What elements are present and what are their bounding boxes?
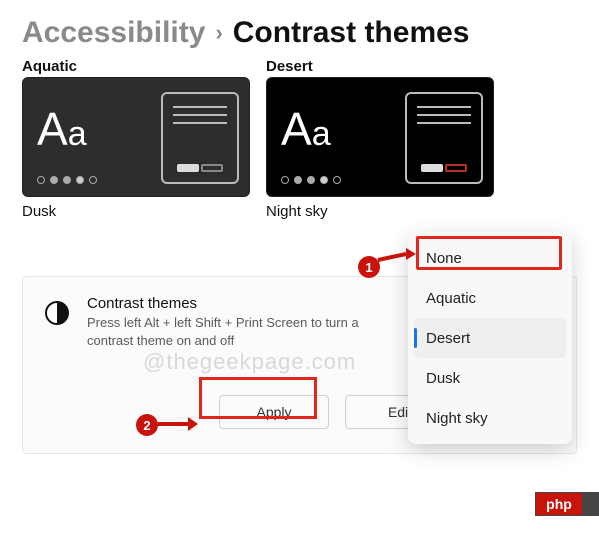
annotation-badge-1: 1 [358, 256, 380, 278]
card-description: Press left Alt + left Shift + Print Scre… [87, 314, 387, 349]
apply-button[interactable]: Apply [219, 395, 329, 429]
annotation-arrow-2 [156, 414, 198, 434]
sample-text-icon: Aa [281, 106, 331, 152]
annotation-arrow-1 [376, 248, 416, 268]
dropdown-item-nightsky[interactable]: Night sky [414, 398, 566, 438]
php-watermark-tag: php [535, 492, 599, 516]
card-title: Contrast themes [87, 295, 387, 312]
color-dots-icon [281, 176, 341, 184]
dropdown-item-none[interactable]: None [414, 238, 566, 278]
theme-col-nightsky: Desert Aa Night sky [266, 58, 494, 220]
theme-label-dusk: Dusk [22, 203, 250, 220]
theme-previews: Aquatic Aa Dusk Desert Aa Night sky [22, 58, 577, 220]
theme-dropdown[interactable]: None Aquatic Desert Dusk Night sky [408, 232, 572, 444]
theme-label-nightsky: Night sky [266, 203, 494, 220]
dropdown-item-desert[interactable]: Desert [414, 318, 566, 358]
theme-col-dusk: Aquatic Aa Dusk [22, 58, 250, 220]
dropdown-item-dusk[interactable]: Dusk [414, 358, 566, 398]
theme-tile-dusk[interactable]: Aa [22, 77, 250, 197]
theme-label-aquatic: Aquatic [22, 58, 250, 75]
breadcrumb-current: Contrast themes [233, 16, 470, 50]
annotation-badge-2: 2 [136, 414, 158, 436]
chevron-right-icon: › [215, 20, 222, 46]
theme-tile-nightsky[interactable]: Aa [266, 77, 494, 197]
dropdown-item-aquatic[interactable]: Aquatic [414, 278, 566, 318]
contrast-icon [45, 301, 69, 325]
window-preview-icon [405, 92, 483, 184]
sample-text-icon: Aa [37, 106, 87, 152]
breadcrumb: Accessibility › Contrast themes [22, 16, 577, 50]
breadcrumb-parent[interactable]: Accessibility [22, 16, 205, 50]
theme-label-desert: Desert [266, 58, 494, 75]
color-dots-icon [37, 176, 97, 184]
window-preview-icon [161, 92, 239, 184]
watermark-text: @thegeekpage.com [143, 349, 356, 375]
